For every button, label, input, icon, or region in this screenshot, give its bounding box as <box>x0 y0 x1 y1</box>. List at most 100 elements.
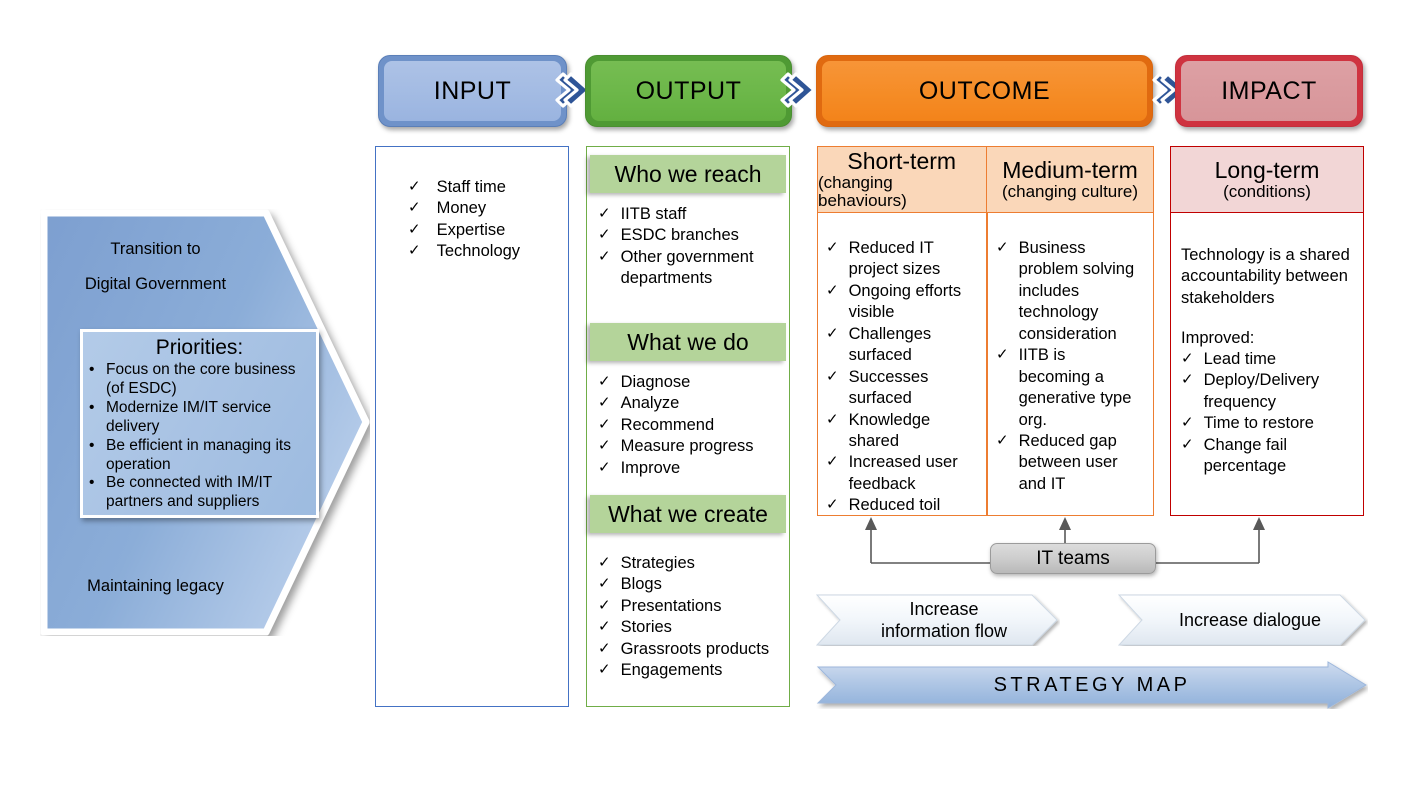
list-item: ✓ Stories <box>598 618 672 637</box>
check-icon: ✓ <box>408 220 421 238</box>
check-icon: ✓ <box>1181 350 1194 367</box>
check-icon: ✓ <box>598 373 611 390</box>
list-item: ✓ Staff time <box>408 178 506 196</box>
bullet-icon: • <box>89 436 95 454</box>
list-item: • Be connected with IM/IT partners and su… <box>89 474 272 511</box>
list-item: ✓ Deploy/Delivery frequency <box>1181 371 1320 411</box>
flow-arrow-dialogue-label: Increase dialogue <box>1178 609 1322 630</box>
section-header-what-we-create: What we create <box>590 495 786 533</box>
arrow-bottom-line: Maintaining legacy <box>87 577 224 595</box>
banner-output-label: OUTPUT <box>635 76 742 105</box>
check-icon: ✓ <box>598 575 611 593</box>
check-icon: ✓ <box>996 239 1009 256</box>
it-teams-box[interactable]: IT teams <box>990 543 1156 574</box>
check-icon: ✓ <box>826 496 839 514</box>
flow-arrow-information: Increase information flow <box>816 594 1060 646</box>
input-checklist: ✓ Staff time ✓ Money ✓ Expertise ✓ Technolog… <box>408 177 568 263</box>
medium-term-list: ✓ Business problem solving includes techn… <box>996 238 1141 495</box>
list-item: ✓ Business problem solving includes techn… <box>996 239 1135 343</box>
list-item: ✓ Diagnose <box>598 373 691 391</box>
banner-outcome[interactable]: OUTCOME <box>816 55 1153 127</box>
check-icon: ✓ <box>826 281 839 299</box>
priorities-title: Priorities: <box>155 336 244 359</box>
what-we-do-list: ✓ Diagnose ✓ Analyze ✓ Recommend ✓ Measure p… <box>598 372 784 479</box>
check-icon: ✓ <box>598 437 611 455</box>
arrow-top-line2: Digital Government <box>84 274 227 293</box>
priorities-list: • Focus on the core business (of ESDC) • M… <box>89 361 310 512</box>
check-icon: ✓ <box>598 596 611 614</box>
list-item: ✓ Analyze <box>598 394 680 413</box>
diagram-canvas: INPUT OUTPUT OUTCOME IMPACT Transition t… <box>0 0 1403 800</box>
chevron-connector-1 <box>555 72 589 108</box>
check-icon: ✓ <box>1181 371 1194 389</box>
banner-impact[interactable]: IMPACT <box>1175 55 1363 127</box>
flow-arrow-information-label: Increase information flow <box>880 598 1008 642</box>
arrow-top-line1: Transition to <box>110 240 201 258</box>
check-icon: ✓ <box>598 247 611 265</box>
bullet-icon: • <box>89 361 95 378</box>
list-item: ✓ Blogs <box>598 575 662 594</box>
check-icon: ✓ <box>598 458 611 476</box>
short-term-list: ✓ Reduced IT project sizes ✓ Ongoing effor… <box>826 238 978 517</box>
priorities-box: Priorities: • Focus on the core business … <box>80 329 319 518</box>
check-icon: ✓ <box>826 410 839 428</box>
subhead-long-term: Long-term (conditions) <box>1170 146 1364 213</box>
list-item: ✓ Lead time <box>1181 350 1277 368</box>
list-item: • Modernize IM/IT service delivery <box>89 398 272 435</box>
check-icon: ✓ <box>598 554 611 571</box>
list-item: ✓ Technology <box>408 242 521 261</box>
list-item: ✓ Engagements <box>598 661 723 680</box>
list-item: ✓ Strategies <box>598 554 695 572</box>
check-icon: ✓ <box>598 226 611 244</box>
list-item: ✓ ESDC branches <box>598 226 739 245</box>
impact-list: ✓ Lead time ✓ Deploy/Delivery frequency ✓ T… <box>1181 349 1357 478</box>
check-icon: ✓ <box>598 415 611 433</box>
list-item: ✓ Knowledge shared <box>826 410 931 450</box>
check-icon: ✓ <box>598 205 611 222</box>
impact-statement: Technology is a shared accountability be… <box>1181 246 1350 307</box>
banner-output[interactable]: OUTPUT <box>585 55 792 127</box>
list-item: ✓ Recommend <box>598 415 715 434</box>
check-icon: ✓ <box>1181 435 1194 453</box>
check-icon: ✓ <box>598 639 611 657</box>
list-item: ✓ Reduced IT project sizes <box>826 239 941 279</box>
chevron-connector-2 <box>780 72 814 108</box>
section-header-who-we-reach: Who we reach <box>590 155 786 193</box>
check-icon: ✓ <box>826 367 839 385</box>
list-item: ✓ Improve <box>598 458 681 477</box>
list-item: ✓ Increased user feedback <box>826 453 958 493</box>
list-item: ✓ Successes surfaced <box>826 367 929 408</box>
banner-impact-label: IMPACT <box>1221 76 1317 105</box>
check-icon: ✓ <box>598 394 611 412</box>
section-header-what-we-do: What we do <box>590 323 786 361</box>
check-icon: ✓ <box>826 453 839 471</box>
check-icon: ✓ <box>1181 414 1194 432</box>
list-item: ✓ IITB is becoming a generative type org. <box>996 346 1132 429</box>
list-item: • Be efficient in managing its operation <box>89 436 291 473</box>
flow-arrow-dialogue: Increase dialogue <box>1118 594 1368 646</box>
who-we-reach-list: ✓ IITB staff ✓ ESDC branches ✓ Other govern… <box>598 204 784 290</box>
list-item: ✓ Reduced gap between user and IT <box>996 431 1118 493</box>
check-icon: ✓ <box>996 431 1009 449</box>
check-icon: ✓ <box>996 346 1009 364</box>
check-icon: ✓ <box>598 661 611 679</box>
check-icon: ✓ <box>408 242 421 260</box>
list-item: ✓ Time to restore <box>1181 414 1314 433</box>
strategy-map-label: STRATEGY MAP <box>993 673 1191 696</box>
check-icon: ✓ <box>826 324 839 342</box>
banner-input[interactable]: INPUT <box>378 55 567 127</box>
list-item: ✓ Money <box>408 199 487 218</box>
check-icon: ✓ <box>826 239 839 256</box>
list-item: • Focus on the core business (of ESDC) <box>89 361 296 397</box>
subhead-medium-term: Medium-term (changing culture) <box>986 146 1154 213</box>
arrow-bottom-text: Maintaining legacy <box>48 574 263 599</box>
what-we-create-list: ✓ Strategies ✓ Blogs ✓ Presentations ✓ Stori… <box>598 553 788 682</box>
subhead-short-term: Short-term (changing behaviours) <box>817 146 987 213</box>
list-item: ✓ Reduced toil <box>826 496 941 515</box>
list-item: ✓ Challenges surfaced <box>826 324 932 365</box>
list-item: ✓ Ongoing efforts visible <box>826 281 962 322</box>
arrow-top-text: Transition to Digital Government <box>48 237 263 297</box>
impact-improved-label: Improved: <box>1181 329 1255 347</box>
strategy-map-arrow: STRATEGY MAP <box>816 661 1368 709</box>
list-item: ✓ Other government departments <box>598 247 754 288</box>
